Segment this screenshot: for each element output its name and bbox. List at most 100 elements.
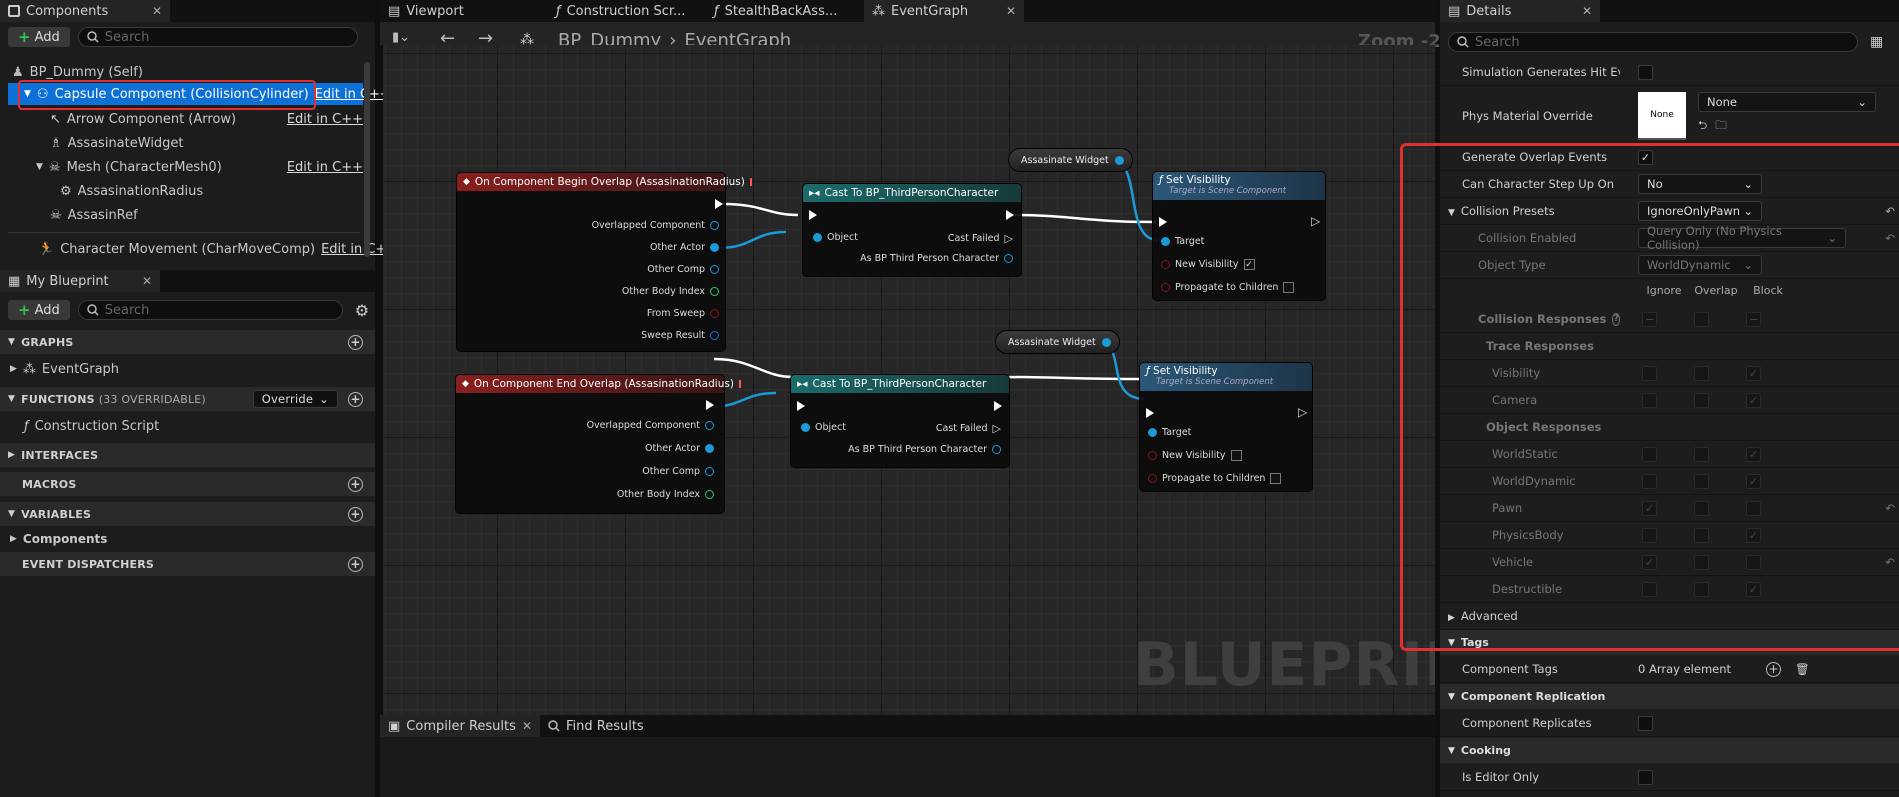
pin-as-character[interactable]: As BP Third Person Character bbox=[848, 444, 1001, 455]
add-variable-icon[interactable]: + bbox=[348, 506, 363, 522]
scrollbar[interactable] bbox=[364, 62, 370, 257]
component-root[interactable]: ♟ BP_Dummy (Self) bbox=[0, 62, 375, 82]
graph-canvas[interactable]: ◆ On Component Begin Overlap (Assasinatio… bbox=[383, 45, 1435, 715]
tab-components[interactable]: Components ✕ bbox=[0, 0, 170, 22]
edit-in-cpp-link[interactable]: Edit in C++ bbox=[287, 160, 363, 175]
pin-other-body-index[interactable]: Other Body Index bbox=[617, 489, 714, 500]
browse-icon[interactable]: 🗀 bbox=[1715, 118, 1727, 137]
blueprint-search-input[interactable]: Search bbox=[77, 300, 343, 320]
section-replication[interactable]: ▼ Component Replication bbox=[1440, 684, 1899, 709]
pin-cast-failed[interactable]: Cast Failed ▷ bbox=[936, 422, 1001, 435]
edit-in-cpp-link[interactable]: Edit in C++ bbox=[287, 112, 363, 127]
use-selected-icon[interactable]: ⮌ bbox=[1698, 118, 1707, 137]
node-end-overlap[interactable]: ◆ On Component End Overlap (AssasinationR… bbox=[456, 375, 741, 513]
section-event-dispatchers[interactable]: EVENT DISPATCHERS + bbox=[0, 552, 375, 576]
component-item-radius[interactable]: ⚙ AssasinationRadius bbox=[0, 180, 363, 202]
new-visibility-checkbox[interactable] bbox=[1230, 450, 1242, 461]
table-view-icon[interactable]: ▦ bbox=[1870, 34, 1883, 50]
gear-icon[interactable]: ⚙ bbox=[355, 301, 369, 320]
close-icon[interactable]: ✕ bbox=[142, 274, 152, 288]
component-item-movement[interactable]: 🏃 Character Movement (CharMoveComp) Edit … bbox=[0, 238, 397, 260]
components-search-input[interactable]: Search bbox=[77, 27, 358, 47]
pin-sweep-result[interactable]: Sweep Result bbox=[641, 330, 719, 341]
propagate-checkbox[interactable] bbox=[1270, 473, 1282, 484]
close-icon[interactable]: ✕ bbox=[152, 4, 162, 18]
exec-out-pin[interactable] bbox=[715, 199, 723, 209]
pin-propagate[interactable]: Propagate to Children bbox=[1148, 473, 1282, 484]
phys-material-thumbnail[interactable]: None bbox=[1638, 92, 1686, 140]
close-icon[interactable]: ✕ bbox=[1006, 4, 1016, 18]
node-cast-2[interactable]: ▸◂ Cast To BP_ThirdPersonCharacter Object… bbox=[791, 375, 1009, 467]
pin-object[interactable]: Object bbox=[801, 422, 846, 433]
graph-item-eventgraph[interactable]: ▶ ⁂ EventGraph bbox=[0, 358, 375, 380]
tab-construction-script[interactable]: ƒ Construction Scr... bbox=[538, 0, 700, 22]
pin-target[interactable]: Target bbox=[1161, 236, 1204, 247]
exec-in-pin[interactable] bbox=[1146, 408, 1154, 418]
tab-details[interactable]: ▤ Details ✕ bbox=[1440, 0, 1600, 22]
variable-category-components[interactable]: ▶ Components bbox=[0, 528, 375, 550]
edit-in-cpp-link[interactable]: Edit in C++ bbox=[315, 87, 391, 102]
pin-new-visibility[interactable]: New Visibility ✓ bbox=[1161, 259, 1255, 270]
exec-out-pin[interactable] bbox=[994, 401, 1002, 411]
section-variables[interactable]: ▼ VARIABLES + bbox=[0, 502, 375, 526]
tab-find-results[interactable]: Find Results bbox=[540, 715, 670, 737]
pin-propagate[interactable]: Propagate to Children bbox=[1161, 282, 1295, 293]
add-element-icon[interactable]: + bbox=[1766, 661, 1781, 677]
pin-target[interactable]: Target bbox=[1148, 427, 1191, 438]
add-graph-icon[interactable]: + bbox=[348, 334, 363, 350]
override-dropdown[interactable]: Override ⌄ bbox=[252, 390, 338, 408]
section-cooking[interactable]: ▼ Cooking bbox=[1440, 738, 1899, 763]
add-component-button[interactable]: + Add bbox=[8, 27, 70, 47]
phys-material-dropdown[interactable]: None ⌄ bbox=[1698, 92, 1876, 112]
exec-out-pin[interactable]: ▷ bbox=[1298, 405, 1307, 419]
exec-in-pin[interactable] bbox=[1159, 217, 1167, 227]
tab-eventgraph[interactable]: ⁂ EventGraph ✕ bbox=[864, 0, 1024, 22]
new-visibility-checkbox[interactable]: ✓ bbox=[1243, 259, 1255, 270]
exec-out-pin[interactable] bbox=[1006, 210, 1014, 220]
pin-other-comp[interactable]: Other Comp bbox=[642, 466, 714, 477]
component-item-widget[interactable]: ♗ AssasinateWidget bbox=[0, 132, 363, 154]
replicates-checkbox[interactable] bbox=[1638, 715, 1653, 731]
node-begin-overlap[interactable]: ◆ On Component Begin Overlap (Assasinatio… bbox=[457, 173, 752, 351]
add-function-icon[interactable]: + bbox=[348, 391, 363, 407]
add-dispatcher-icon[interactable]: + bbox=[348, 556, 363, 572]
tab-stealth[interactable]: ƒ StealthBackAss... bbox=[700, 0, 860, 22]
function-item-construction[interactable]: ƒ Construction Script bbox=[0, 415, 375, 437]
bookmark-icon[interactable]: ▮⌄ bbox=[392, 30, 410, 45]
details-search-input[interactable]: Search bbox=[1448, 32, 1858, 52]
pin-new-visibility[interactable]: New Visibility bbox=[1148, 450, 1242, 461]
node-assasinate-widget-1[interactable]: Assasinate Widget bbox=[1009, 149, 1132, 171]
node-set-visibility-1[interactable]: ƒ Set Visibility Target is Scene Compone… bbox=[1153, 172, 1325, 300]
component-item-mesh[interactable]: ▼ ☠ Mesh (CharacterMesh0) Edit in C++ bbox=[0, 156, 363, 178]
pin-overlapped-component[interactable]: Overlapped Component bbox=[592, 220, 719, 231]
node-set-visibility-2[interactable]: ƒ Set Visibility Target is Scene Compone… bbox=[1140, 363, 1312, 491]
tab-viewport[interactable]: ▤ Viewport bbox=[380, 0, 538, 22]
section-graphs[interactable]: ▼ GRAPHS + bbox=[0, 330, 375, 354]
close-icon[interactable]: ✕ bbox=[522, 719, 532, 733]
exec-in-pin[interactable] bbox=[797, 401, 805, 411]
pin-as-character[interactable]: As BP Third Person Character bbox=[860, 253, 1013, 264]
tab-compiler-results[interactable]: ▣ Compiler Results ✕ bbox=[380, 715, 540, 737]
editor-only-checkbox[interactable] bbox=[1638, 769, 1653, 785]
section-functions[interactable]: ▼ FUNCTIONS (33 OVERRIDABLE) Override ⌄ + bbox=[0, 387, 375, 411]
exec-in-pin[interactable] bbox=[809, 210, 817, 220]
propagate-checkbox[interactable] bbox=[1283, 282, 1295, 293]
pin-cast-failed[interactable]: Cast Failed ▷ bbox=[948, 232, 1013, 245]
section-interfaces[interactable]: ▶ INTERFACES bbox=[0, 443, 375, 467]
pin-from-sweep[interactable]: From Sweep bbox=[647, 308, 719, 319]
exec-out-pin[interactable] bbox=[706, 400, 714, 410]
pin-other-comp[interactable]: Other Comp bbox=[647, 264, 719, 275]
node-cast-1[interactable]: ▸◂ Cast To BP_ThirdPersonCharacter Object… bbox=[803, 184, 1021, 276]
pin-other-body-index[interactable]: Other Body Index bbox=[622, 286, 719, 297]
exec-out-pin[interactable]: ▷ bbox=[1311, 214, 1320, 228]
close-icon[interactable]: ✕ bbox=[1582, 4, 1592, 18]
sim-hit-checkbox[interactable] bbox=[1638, 64, 1653, 80]
component-item-arrow[interactable]: ↖ Arrow Component (Arrow) Edit in C++ bbox=[0, 108, 363, 130]
trash-icon[interactable]: 🗑 bbox=[1795, 662, 1810, 676]
pin-overlapped-component[interactable]: Overlapped Component bbox=[587, 420, 714, 431]
node-assasinate-widget-2[interactable]: Assasinate Widget bbox=[996, 331, 1119, 353]
pin-object[interactable]: Object bbox=[813, 232, 858, 243]
pin-other-actor[interactable]: Other Actor bbox=[645, 443, 714, 454]
add-member-button[interactable]: + Add bbox=[8, 300, 70, 320]
section-macros[interactable]: MACROS + bbox=[0, 472, 375, 496]
